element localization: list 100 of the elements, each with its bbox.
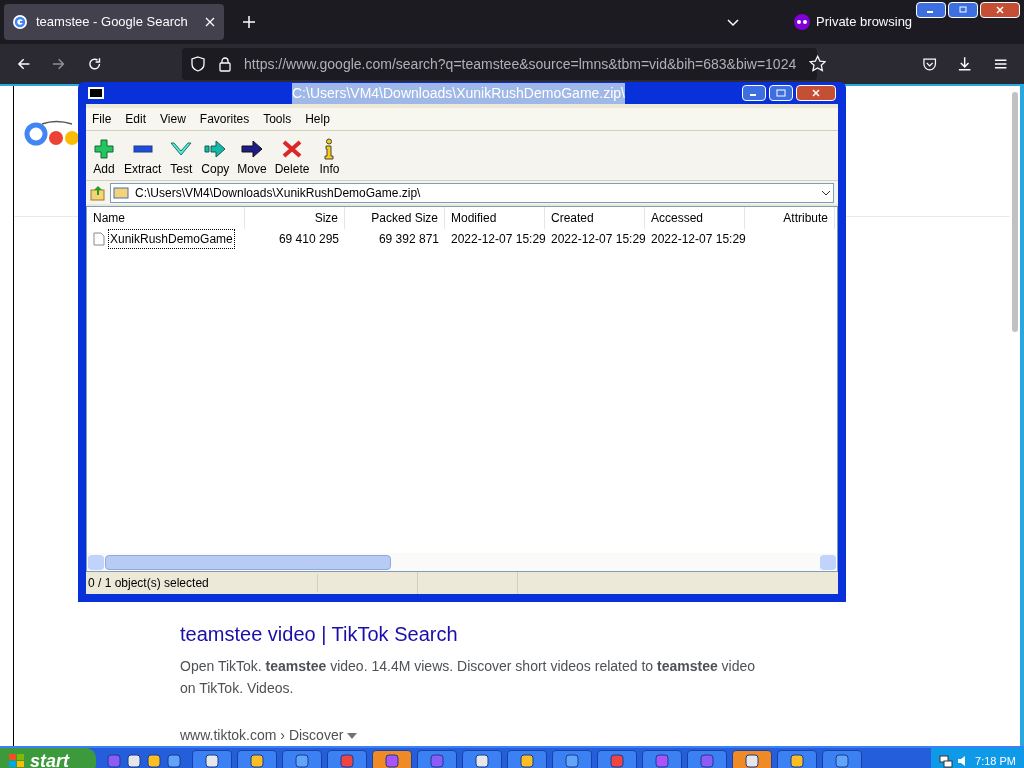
table-cell: XunikRushDemoGame <box>108 229 235 249</box>
app-icon <box>429 753 445 768</box>
app-icon <box>106 753 122 768</box>
star-icon[interactable] <box>808 55 826 73</box>
close-icon <box>811 89 821 97</box>
toolbar-button[interactable]: Copy <box>199 138 232 178</box>
table-cell-text: 69 410 295 <box>278 231 339 248</box>
menu-icon[interactable] <box>992 56 1008 72</box>
app-icon <box>166 753 182 768</box>
table-cell-text: 2022-12-07 15:29 <box>651 231 746 248</box>
restore-button[interactable] <box>948 2 978 18</box>
app-icon <box>384 753 400 768</box>
app-icon <box>294 753 310 768</box>
toolbar-button[interactable]: Extract <box>122 138 164 178</box>
browser-tab[interactable]: teamstee - Google Search <box>4 4 224 40</box>
restore-icon <box>958 6 968 14</box>
app-icon <box>564 753 580 768</box>
arrow-icon <box>240 138 265 160</box>
pocket-icon[interactable] <box>921 56 938 72</box>
address-bar[interactable]: https://www.google.com/search?q=teamstee&source=lmns&tbm=vid&bih=683&biw=1024 <box>182 48 817 80</box>
taskbar-button[interactable] <box>372 750 412 768</box>
app-icon <box>519 753 535 768</box>
column-header[interactable]: Packed Size <box>345 207 445 229</box>
column-header[interactable]: Modified <box>445 207 545 229</box>
status-text: 0 / 1 object(s) selected <box>88 574 318 592</box>
window-title: C:\Users\VM4\Downloads\XunikRushDemoGame.zip\ <box>292 82 625 104</box>
forward-icon[interactable] <box>51 56 67 72</box>
menu-item[interactable]: Favorites <box>199 110 250 128</box>
menu-item[interactable]: View <box>160 110 186 128</box>
up-folder-icon[interactable] <box>90 184 106 201</box>
reload-icon[interactable] <box>86 56 103 72</box>
app-icon <box>789 753 805 768</box>
toolbar-button[interactable]: Delete <box>272 138 312 178</box>
app-icon <box>474 753 490 768</box>
toolbar-button[interactable]: Test <box>167 138 196 178</box>
clock: 7:18 PM <box>975 753 1016 768</box>
back-icon[interactable] <box>16 56 32 72</box>
network-icon[interactable] <box>939 754 954 768</box>
path-field[interactable]: C:\Users\VM4\Downloads\XunikRushDemoGame.zip\ <box>110 182 834 203</box>
google-icon <box>12 14 28 30</box>
close-button[interactable] <box>980 2 1020 18</box>
table-cell-text: 2022-12-07 15:29 <box>451 231 546 248</box>
minimize-button[interactable] <box>742 85 766 101</box>
app-icon <box>146 753 162 768</box>
table-cell-text: 69 392 871 <box>378 231 439 248</box>
app-icon <box>339 753 355 768</box>
taskbar-button[interactable] <box>282 750 322 768</box>
toolbar-button[interactable]: Add <box>90 138 118 178</box>
private-browsing-label: Private browsing <box>816 13 913 32</box>
windows-logo-icon <box>8 753 26 768</box>
taskbar-button[interactable] <box>192 750 232 768</box>
close-button[interactable] <box>796 85 836 101</box>
column-header[interactable]: Name <box>87 207 245 229</box>
column-header[interactable]: Attribute <box>745 207 835 229</box>
close-icon <box>995 6 1005 14</box>
close-icon[interactable] <box>204 16 216 28</box>
result-url: www.tiktok.com › Discover <box>180 726 344 745</box>
taskbar-button[interactable] <box>822 750 862 768</box>
app-icon <box>834 753 850 768</box>
taskbar-button[interactable] <box>777 750 817 768</box>
menu-item[interactable]: Tools <box>263 110 292 128</box>
app-icon <box>744 753 760 768</box>
app-logo-icon <box>88 87 104 99</box>
shield-icon[interactable] <box>190 56 207 72</box>
column-header[interactable]: Accessed <box>645 207 745 229</box>
scrollbar[interactable] <box>1010 86 1024 746</box>
taskbar-button[interactable] <box>507 750 547 768</box>
maximize-icon <box>776 89 786 97</box>
tab-title: teamstee - Google Search <box>36 13 189 32</box>
column-header[interactable]: Created <box>545 207 645 229</box>
toolbar-button[interactable]: Info <box>315 138 344 178</box>
file-row[interactable]: XunikRushDemoGame 69 410 295 69 392 871 2022-12-07 15:29 2022-12-07 15:29 2022-12-07 15:29 <box>87 229 837 249</box>
archive-icon <box>113 185 129 200</box>
arrow-icon <box>203 138 228 160</box>
menu-item[interactable]: File <box>92 110 112 128</box>
toolbar-button[interactable]: Move <box>235 138 269 178</box>
download-icon[interactable] <box>957 56 973 72</box>
taskbar-button[interactable] <box>237 750 277 768</box>
mask-icon <box>794 14 810 30</box>
menu-item[interactable]: Edit <box>125 110 147 128</box>
maximize-button[interactable] <box>769 85 793 101</box>
chevron-icon[interactable] <box>821 189 831 196</box>
app-icon <box>654 753 670 768</box>
menu-item[interactable]: Help <box>305 110 330 128</box>
dropdown-icon[interactable] <box>347 732 358 739</box>
taskbar-button[interactable] <box>552 750 592 768</box>
minimize-button[interactable] <box>916 2 946 18</box>
start-button[interactable]: start <box>0 748 96 768</box>
taskbar-button[interactable] <box>732 750 772 768</box>
plus-icon <box>92 138 116 160</box>
taskbar-button[interactable] <box>462 750 502 768</box>
new-tab-icon[interactable] <box>242 15 256 29</box>
table-cell-text: 2022-12-07 15:29 <box>551 231 646 248</box>
column-header[interactable]: Size <box>245 207 345 229</box>
result-title-link[interactable]: teamstee video | TikTok Search <box>180 619 1010 649</box>
url-text: https://www.google.com/search?q=teamstee&source=lmns&tbm=vid&bih=683&biw=1024 <box>244 54 797 74</box>
file-icon <box>93 232 105 246</box>
app-icon <box>699 753 715 768</box>
app-icon <box>249 753 265 768</box>
horizontal-scrollbar[interactable] <box>87 553 837 571</box>
